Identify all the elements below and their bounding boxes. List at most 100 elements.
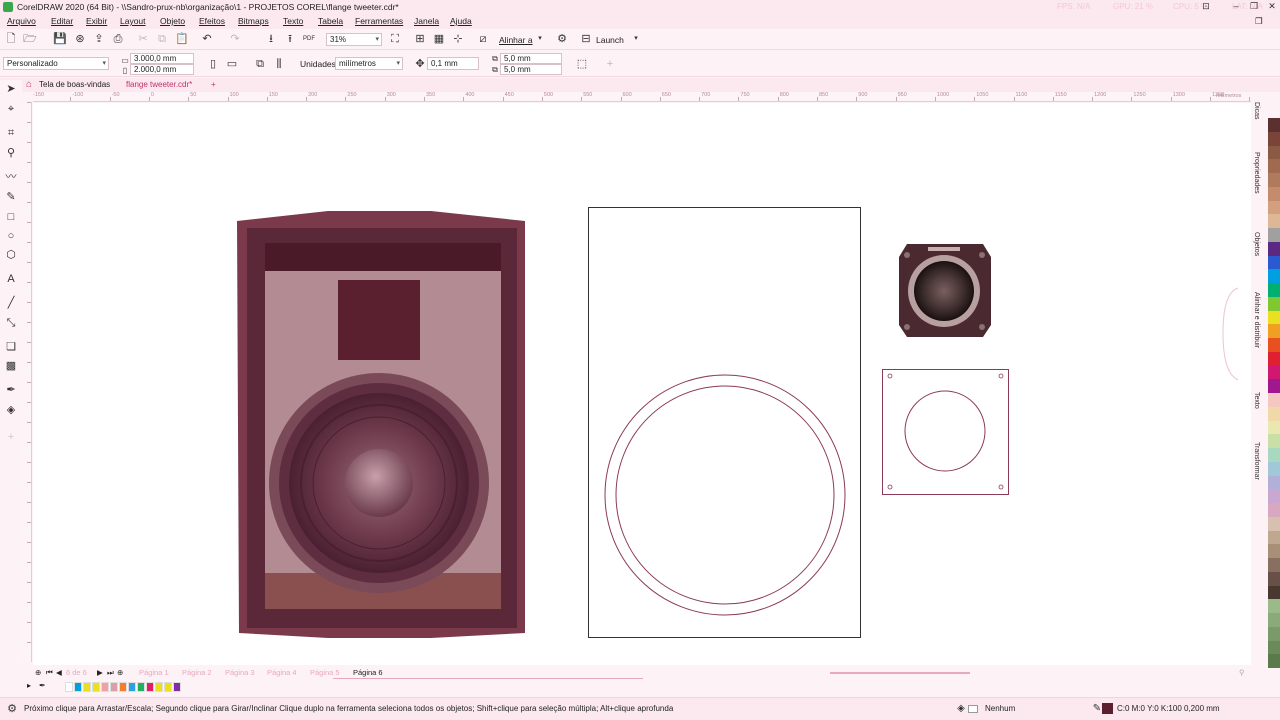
gear-icon[interactable]: ⚙ (5, 702, 19, 716)
docker-tab-align-distribute[interactable]: Alinhar e distribuir (1253, 292, 1260, 348)
docker-tab-hints[interactable]: Dicas (1253, 102, 1260, 120)
home-icon[interactable]: ⌂ (22, 78, 36, 92)
palette-swatch[interactable] (1268, 269, 1280, 283)
full-screen-icon[interactable]: ⛶ (388, 32, 402, 46)
docker-tab-objects[interactable]: Objetos (1253, 232, 1260, 256)
transparency-tool-icon[interactable]: ▩ (4, 359, 18, 373)
palette-swatch[interactable] (1268, 228, 1280, 242)
document-palette-swatch[interactable] (128, 682, 136, 692)
open-folder-icon[interactable]: 🗁 (23, 32, 37, 46)
add-tool-icon[interactable]: + (4, 430, 18, 444)
palette-swatch[interactable] (1268, 214, 1280, 228)
search-content-icon[interactable]: ⊛ (73, 32, 87, 46)
menu-ferramentas[interactable]: Ferramentas (355, 16, 403, 26)
document-palette-swatch[interactable] (164, 682, 172, 692)
palette-swatch[interactable] (1268, 338, 1280, 352)
snap-to-icon[interactable]: ⧄ (476, 32, 490, 46)
landscape-icon[interactable]: ▭ (225, 57, 239, 71)
fill-tool-icon[interactable]: ◈ (4, 403, 18, 417)
color-palette[interactable] (1268, 118, 1280, 668)
palette-swatch[interactable] (1268, 131, 1280, 146)
align-to-dropdown[interactable]: Alinhar a (499, 35, 533, 45)
page-width-field[interactable]: 3.000,0 mm (130, 53, 194, 64)
palette-swatch[interactable] (1268, 544, 1280, 558)
prev-page-button[interactable]: ◀ (56, 668, 62, 677)
eyedropper-icon[interactable]: ✒ (39, 681, 51, 691)
menu-janela[interactable]: Janela (414, 16, 439, 26)
palette-swatch[interactable] (1268, 599, 1280, 613)
palette-swatch[interactable] (1268, 379, 1280, 393)
show-guidelines-icon[interactable]: ⊹ (451, 32, 465, 46)
new-tab-icon[interactable]: + (211, 80, 216, 89)
tab-welcome-screen[interactable]: Tela de boas-vindas (39, 80, 110, 89)
palette-swatch[interactable] (1268, 186, 1280, 201)
page-tab-5[interactable]: Página 5 (310, 668, 340, 677)
palette-swatch[interactable] (1268, 626, 1280, 641)
palette-swatch[interactable] (1268, 571, 1280, 586)
rectangle-tool-icon[interactable]: □ (4, 210, 18, 224)
save-icon[interactable]: 💾 (53, 32, 67, 46)
palette-swatch[interactable] (1268, 585, 1280, 600)
document-palette-swatch[interactable] (101, 682, 109, 692)
menu-texto[interactable]: Texto (283, 16, 303, 26)
portrait-icon[interactable]: ▯ (206, 57, 220, 71)
palette-swatch[interactable] (1268, 406, 1280, 421)
maximize-button[interactable]: ❐ (1244, 0, 1264, 13)
cut-icon[interactable]: ✂ (136, 32, 150, 46)
all-pages-icon[interactable]: ⧉ (253, 57, 267, 71)
docker-tab-properties[interactable]: Propriedades (1253, 152, 1260, 194)
palette-swatch[interactable] (1268, 393, 1280, 407)
show-rulers-icon[interactable]: ⊞ (413, 32, 427, 46)
new-document-icon[interactable]: 🗋 (4, 32, 18, 46)
document-palette-swatch[interactable] (146, 682, 154, 692)
duplicate-y-field[interactable]: 5,0 mm (500, 64, 562, 75)
units-dropdown[interactable]: milímetros ▾ (335, 57, 403, 70)
outline-swatch[interactable] (1102, 703, 1113, 714)
zoom-level-field[interactable]: 31% ▾ (326, 33, 382, 46)
palette-swatch[interactable] (1268, 200, 1280, 215)
palette-swatch[interactable] (1268, 640, 1280, 655)
palette-swatch[interactable] (1268, 448, 1280, 462)
minimize-button[interactable]: – (1226, 0, 1246, 13)
menu-objeto[interactable]: Objeto (160, 16, 185, 26)
document-palette-swatch[interactable] (92, 682, 100, 692)
restore-icon[interactable]: ❐ (1255, 16, 1263, 27)
palette-swatch[interactable] (1268, 654, 1280, 668)
palette-options-icon[interactable]: ▸ (27, 681, 39, 691)
menu-ajuda[interactable]: Ajuda (450, 16, 472, 26)
upload-icon[interactable]: ⇪ (92, 32, 106, 46)
palette-swatch[interactable] (1268, 365, 1280, 380)
launch-button[interactable]: Launch (596, 35, 624, 45)
menu-exibir[interactable]: Exibir (86, 16, 107, 26)
palette-swatch[interactable] (1268, 296, 1280, 311)
docker-tab-text[interactable]: Texto (1253, 392, 1260, 409)
chevron-down-icon[interactable]: ▾ (533, 32, 547, 46)
document-palette-swatch[interactable] (83, 682, 91, 692)
pick-tool-icon[interactable]: ➤ (4, 82, 18, 96)
document-palette-swatch[interactable] (65, 682, 73, 692)
menu-tabela[interactable]: Tabela (318, 16, 343, 26)
connector-tool-icon[interactable]: ⤡ (4, 316, 18, 330)
crop-tool-icon[interactable]: ⌗ (4, 126, 18, 140)
page-height-field[interactable]: 2.000,0 mm (130, 64, 194, 75)
first-page-button[interactable]: ⏮ (46, 668, 53, 678)
document-palette-swatch[interactable] (74, 682, 82, 692)
page-tab-3[interactable]: Página 3 (225, 668, 255, 677)
menu-bitmaps[interactable]: Bitmaps (238, 16, 269, 26)
pdf-export-icon[interactable]: PDF (302, 32, 316, 46)
page-tab-6[interactable]: Página 6 (353, 668, 383, 677)
page-tab-2[interactable]: Página 2 (182, 668, 212, 677)
palette-swatch[interactable] (1268, 558, 1280, 572)
parallel-dimension-tool-icon[interactable]: ╱ (4, 296, 18, 310)
last-page-button[interactable]: ⏭ (107, 668, 114, 678)
palette-swatch[interactable] (1268, 420, 1280, 435)
copy-icon[interactable]: ⧉ (155, 32, 169, 46)
fill-swatch[interactable] (968, 705, 978, 713)
palette-swatch[interactable] (1268, 118, 1280, 132)
palette-swatch[interactable] (1268, 310, 1280, 325)
user-icon[interactable]: ⊡ (1196, 0, 1216, 13)
tweeter-image[interactable] (899, 244, 991, 337)
palette-swatch[interactable] (1268, 516, 1280, 531)
palette-swatch[interactable] (1268, 351, 1280, 366)
palette-swatch[interactable] (1268, 283, 1280, 297)
